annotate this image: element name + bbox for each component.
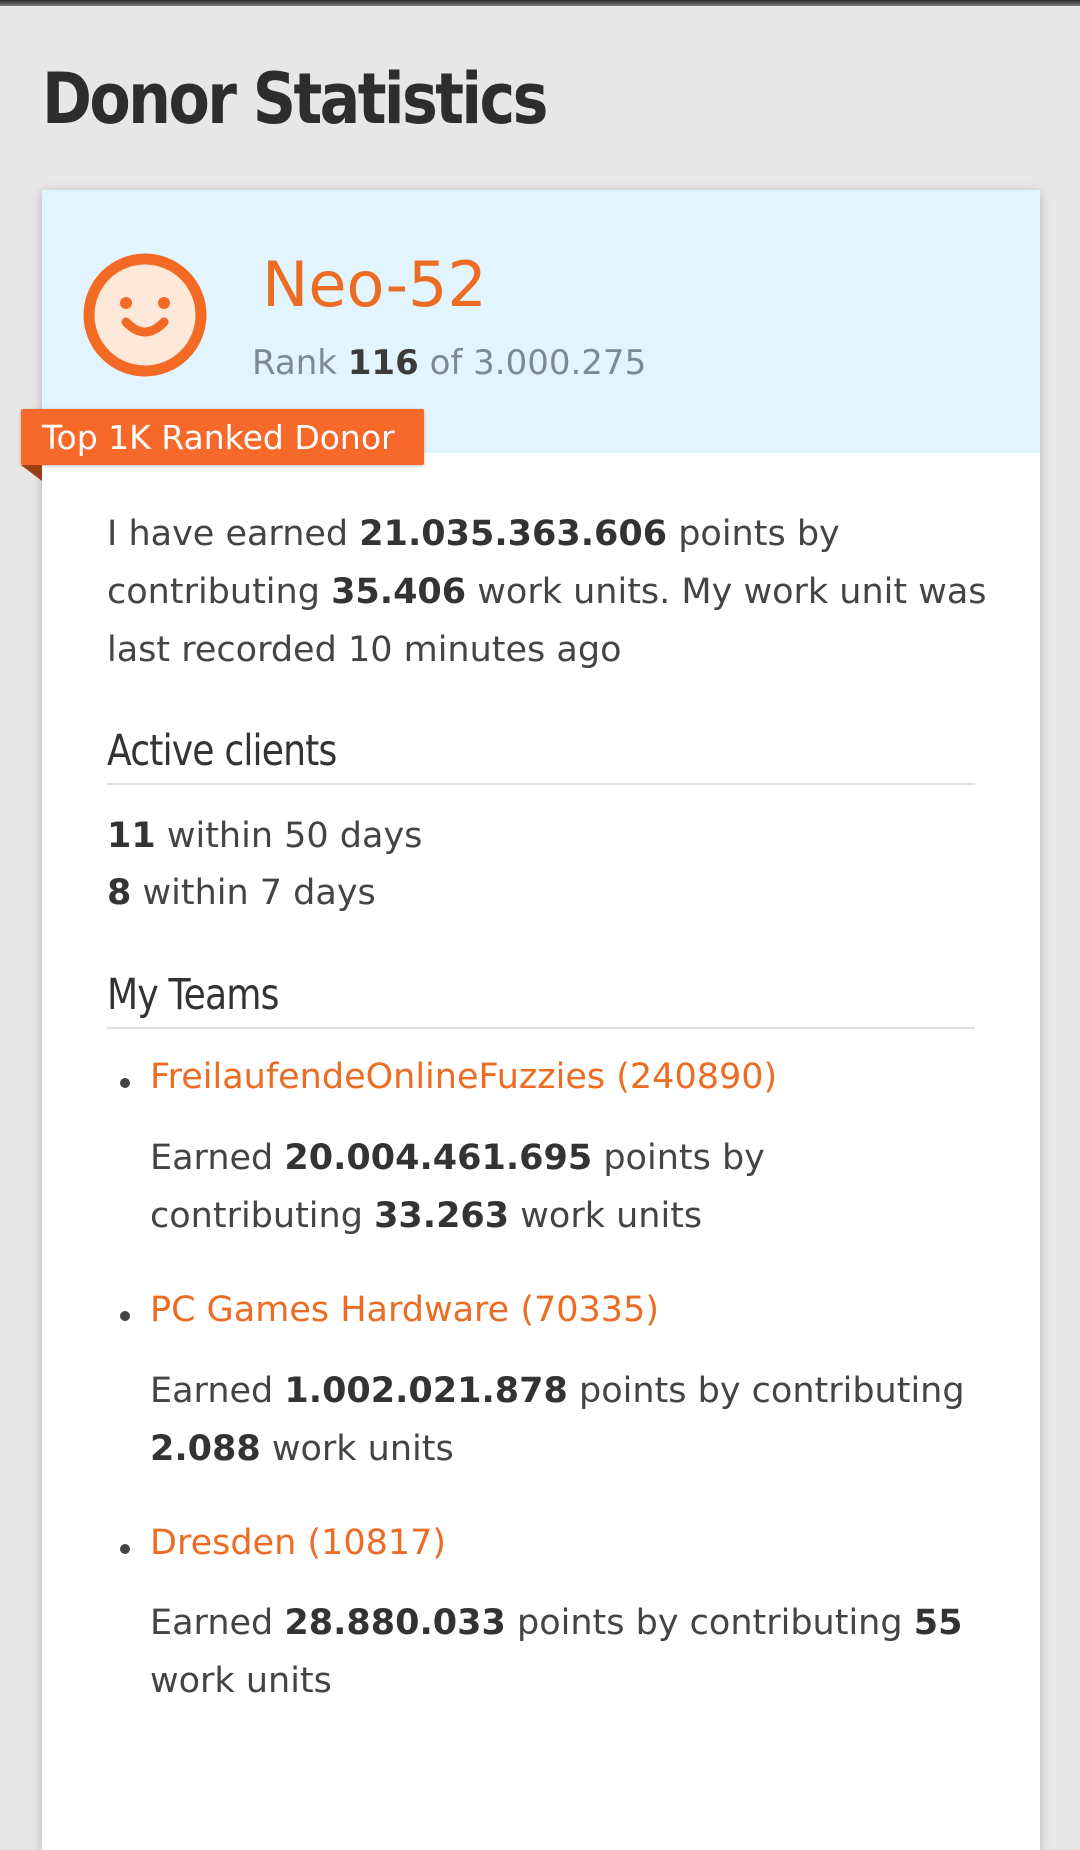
list-bullet xyxy=(120,1544,130,1554)
earned-label: Earned xyxy=(150,1138,274,1178)
rank-line: Rank 116 of 3.000.275 xyxy=(252,343,646,383)
top-bar-shadow xyxy=(0,0,1080,6)
team-stats: Earned 28.880.033 points by contributing… xyxy=(150,1594,980,1710)
earned-label: Earned xyxy=(150,1371,274,1411)
my-teams-divider xyxy=(107,1027,975,1029)
active-clients-heading: Active clients xyxy=(107,726,337,776)
team-work-units: 55 xyxy=(913,1603,963,1643)
rank-badge-label: Top 1K Ranked Donor xyxy=(42,418,395,457)
units-label: work units xyxy=(520,1196,703,1236)
smiley-face-icon xyxy=(83,253,207,377)
summary-points: 21.035.363.606 xyxy=(359,514,668,554)
active-clients-row: 8 within 7 days xyxy=(107,864,376,922)
my-teams-heading: My Teams xyxy=(107,970,279,1020)
team-work-units: 2.088 xyxy=(150,1429,261,1469)
units-label: work units xyxy=(271,1429,454,1469)
client-count: 8 xyxy=(107,873,132,913)
team-stats: Earned 20.004.461.695 points by contribu… xyxy=(150,1129,980,1245)
donor-name: Neo-52 xyxy=(262,248,487,321)
points-label: points by contributing xyxy=(516,1603,903,1643)
rank-of: of xyxy=(429,343,463,383)
rank-value: 116 xyxy=(347,343,419,383)
page-title: Donor Statistics xyxy=(42,58,548,140)
summary-work-units: 35.406 xyxy=(331,572,467,612)
client-count: 11 xyxy=(107,816,156,856)
team-work-units: 33.263 xyxy=(374,1196,510,1236)
summary-last-recorded: 10 minutes ago xyxy=(347,630,622,670)
client-window: within 7 days xyxy=(142,873,376,913)
team-link-pc-games-hardware[interactable]: PC Games Hardware (70335) xyxy=(150,1290,659,1330)
list-bullet xyxy=(120,1078,130,1088)
rank-prefix: Rank xyxy=(252,343,337,383)
donor-summary: I have earned 21.035.363.606 points by c… xyxy=(107,505,997,679)
earned-label: Earned xyxy=(150,1603,274,1643)
team-points: 20.004.461.695 xyxy=(284,1138,593,1178)
team-stats: Earned 1.002.021.878 points by contribut… xyxy=(150,1362,980,1478)
list-bullet xyxy=(120,1311,130,1321)
points-label: points by contributing xyxy=(578,1371,965,1411)
summary-prefix: I have earned xyxy=(107,514,349,554)
rank-badge-fold xyxy=(21,465,42,481)
client-window: within 50 days xyxy=(166,816,423,856)
team-points: 1.002.021.878 xyxy=(284,1371,568,1411)
units-label: work units xyxy=(150,1661,332,1701)
team-points: 28.880.033 xyxy=(284,1603,506,1643)
team-link-freilaufendeonlinefuzzies[interactable]: FreilaufendeOnlineFuzzies (240890) xyxy=(150,1057,777,1097)
active-clients-row: 11 within 50 days xyxy=(107,807,422,865)
rank-badge: Top 1K Ranked Donor xyxy=(21,409,424,465)
rank-total: 3.000.275 xyxy=(473,343,647,383)
team-link-dresden[interactable]: Dresden (10817) xyxy=(150,1523,446,1563)
active-clients-divider xyxy=(107,783,975,785)
